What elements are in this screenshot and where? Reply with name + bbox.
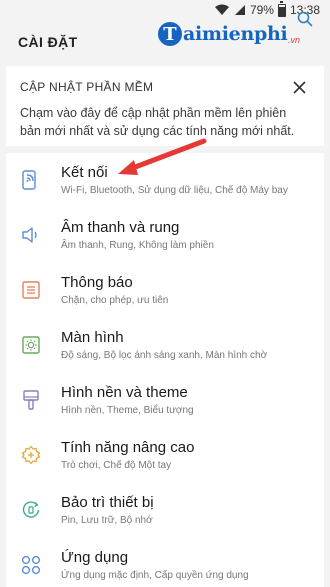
search-button[interactable] [294, 8, 316, 30]
setting-summary: Độ sáng, Bộ lọc ánh sáng xanh, Màn hình … [61, 350, 268, 361]
settings-item-device-care[interactable]: Bảo trì thiết bị Pin, Lưu trữ, Bộ nhớ [6, 483, 324, 537]
settings-item-wallpaper-theme[interactable]: Hình nền và theme Hình nền, Theme, Biểu … [6, 373, 324, 427]
settings-item-connections[interactable]: Kết nối Wi-Fi, Bluetooth, Sử dụng dữ liệ… [6, 153, 324, 207]
logo-letter: T [158, 22, 182, 46]
display-icon [20, 334, 42, 356]
settings-item-notifications[interactable]: Thông báo Chặn, cho phép, ưu tiên [6, 263, 324, 317]
paintbrush-icon [20, 389, 42, 411]
setting-summary: Ứng dụng mặc định, Cấp quyền ứng dụng [61, 570, 249, 581]
setting-summary: Wi-Fi, Bluetooth, Sử dụng dữ liệu, Chế đ… [61, 185, 288, 196]
close-icon [292, 80, 306, 94]
setting-summary: Chặn, cho phép, ưu tiên [61, 295, 169, 306]
device-care-icon [20, 499, 42, 521]
settings-list: Kết nối Wi-Fi, Bluetooth, Sử dụng dữ liệ… [6, 153, 324, 587]
apps-icon [20, 554, 42, 576]
update-description: Chạm vào đây để cập nhật phần mềm lên ph… [20, 106, 295, 138]
setting-label: Màn hình [61, 329, 124, 346]
notifications-icon [20, 279, 42, 301]
setting-label: Tính năng nâng cao [61, 439, 195, 456]
settings-item-apps[interactable]: Ứng dụng Ứng dụng mặc định, Cấp quyền ứn… [6, 538, 324, 587]
connections-icon [20, 169, 42, 191]
settings-item-sound[interactable]: Âm thanh và rung Âm thanh, Rung, Không l… [6, 208, 324, 262]
logo-suffix: .vn [287, 35, 300, 45]
settings-item-display[interactable]: Màn hình Độ sáng, Bộ lọc ánh sáng xanh, … [6, 318, 324, 372]
gear-plus-icon [20, 444, 42, 466]
speaker-icon [20, 224, 42, 246]
setting-summary: Hình nền, Theme, Biểu tượng [61, 405, 194, 416]
update-close-button[interactable] [288, 76, 310, 98]
setting-summary: Pin, Lưu trữ, Bộ nhớ [61, 515, 153, 526]
setting-label: Thông báo [61, 274, 133, 291]
watermark-logo: T aimienphi [158, 14, 288, 54]
logo-text: aimienphi [183, 23, 288, 45]
settings-item-advanced-features[interactable]: Tính năng nâng cao Trò chơi, Chế độ Một … [6, 428, 324, 482]
setting-label: Kết nối [61, 164, 108, 181]
page-title: CÀI ĐẶT [18, 34, 78, 50]
setting-label: Bảo trì thiết bị [61, 494, 154, 511]
setting-summary: Âm thanh, Rung, Không làm phiền [61, 240, 214, 251]
search-icon [297, 11, 313, 27]
setting-label: Âm thanh và rung [61, 219, 180, 236]
update-title: CẬP NHẬT PHẦN MỀM [20, 80, 154, 94]
setting-label: Hình nền và theme [61, 384, 188, 401]
setting-summary: Trò chơi, Chế độ Một tay [61, 460, 172, 471]
software-update-card[interactable]: CẬP NHẬT PHẦN MỀM Chạm vào đây để cập nh… [6, 66, 324, 146]
setting-label: Ứng dụng [61, 549, 129, 566]
